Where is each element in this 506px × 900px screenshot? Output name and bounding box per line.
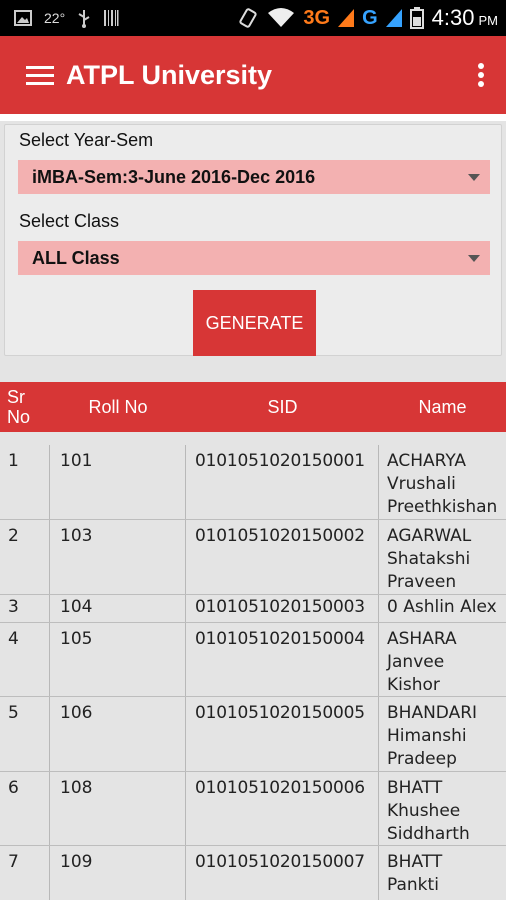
cell-sid: 0101051020150006 bbox=[186, 772, 379, 845]
clock: 4:30 PM bbox=[432, 5, 498, 31]
cell-roll-no: 106 bbox=[50, 697, 186, 771]
cell-sid: 0101051020150005 bbox=[186, 697, 379, 771]
filter-card: Select Year-Sem iMBA-Sem:3-June 2016-Dec… bbox=[4, 124, 502, 356]
table-row[interactable]: 4 105 0101051020150004 ASHARA Janvee Kis… bbox=[0, 623, 506, 697]
cell-sr-no: 3 bbox=[0, 595, 50, 622]
app-bar: ATPL University bbox=[0, 36, 506, 114]
cell-roll-no: 109 bbox=[50, 846, 186, 900]
cell-name: BHATT Pankti bbox=[387, 852, 443, 895]
header-sid: SID bbox=[267, 397, 298, 417]
cell-roll-no: 101 bbox=[50, 445, 186, 519]
table-header: Sr No Roll No SID Name bbox=[0, 382, 506, 432]
cell-name: AGARWAL Shatakshi Praveen bbox=[387, 526, 472, 592]
cell-sr-no: 7 bbox=[0, 846, 50, 900]
table-body: 1 101 0101051020150001 ACHARYA Vrushali … bbox=[0, 445, 506, 900]
rotate-icon bbox=[237, 7, 259, 29]
table-row[interactable]: 3 104 0101051020150003 0 Ashlin Alex bbox=[0, 595, 506, 623]
cell-name: ASHARA Janvee Kishor bbox=[387, 629, 457, 695]
class-label: Select Class bbox=[19, 211, 120, 231]
signal-icon bbox=[338, 9, 355, 27]
table-row[interactable]: 1 101 0101051020150001 ACHARYA Vrushali … bbox=[0, 445, 506, 520]
cell-name: BHANDARI Himanshi Pradeep bbox=[387, 703, 478, 769]
cell-sr-no: 2 bbox=[0, 520, 50, 594]
network-3g-text: 3G bbox=[303, 6, 331, 29]
cell-sr-no: 1 bbox=[0, 445, 50, 519]
app-bar-divider bbox=[0, 114, 506, 121]
class-value: ALL Class bbox=[32, 247, 120, 268]
header-sr-no: Sr No bbox=[7, 387, 31, 427]
signal-icon bbox=[385, 9, 402, 27]
temperature-text: 22° bbox=[44, 10, 66, 26]
cell-sid: 0101051020150001 bbox=[186, 445, 379, 519]
cell-sr-no: 4 bbox=[0, 623, 50, 696]
battery-icon bbox=[409, 7, 424, 29]
cell-sid: 0101051020150004 bbox=[186, 623, 379, 696]
cell-roll-no: 108 bbox=[50, 772, 186, 845]
table-row[interactable]: 7 109 0101051020150007 BHATT Pankti bbox=[0, 846, 506, 900]
header-roll-no: Roll No bbox=[88, 397, 148, 417]
dropdown-arrow-icon bbox=[468, 255, 480, 262]
year-sem-select[interactable]: iMBA-Sem:3-June 2016-Dec 2016 bbox=[18, 160, 490, 194]
generate-button[interactable]: GENERATE bbox=[193, 290, 316, 356]
dropdown-arrow-icon bbox=[468, 174, 480, 181]
year-sem-value: iMBA-Sem:3-June 2016-Dec 2016 bbox=[32, 166, 316, 187]
network-g-text: G bbox=[362, 6, 378, 29]
clock-time: 4:30 bbox=[431, 5, 475, 30]
hamburger-menu-icon[interactable] bbox=[0, 36, 60, 114]
cell-sr-no: 6 bbox=[0, 772, 50, 845]
image-icon bbox=[14, 10, 32, 26]
wifi-icon bbox=[267, 7, 295, 29]
cell-sid: 0101051020150007 bbox=[186, 846, 379, 900]
table-row[interactable]: 6 108 0101051020150006 BHATT Khushee Sid… bbox=[0, 772, 506, 846]
status-bar: 22° 3G G 4:30 PM bbox=[0, 0, 506, 36]
class-select[interactable]: ALL Class bbox=[18, 241, 490, 275]
table-row[interactable]: 5 106 0101051020150005 BHANDARI Himanshi… bbox=[0, 697, 506, 772]
cell-roll-no: 103 bbox=[50, 520, 186, 594]
barcode-icon bbox=[103, 9, 119, 27]
usb-icon bbox=[77, 8, 91, 28]
cell-name: ACHARYA Vrushali Preethkishan bbox=[387, 451, 498, 517]
year-sem-label: Select Year-Sem bbox=[19, 130, 154, 150]
clock-ampm: PM bbox=[478, 13, 499, 28]
cell-sr-no: 5 bbox=[0, 697, 50, 771]
header-name: Name bbox=[418, 397, 467, 417]
cell-roll-no: 105 bbox=[50, 623, 186, 696]
app-title: ATPL University bbox=[66, 59, 273, 90]
cell-name: 0 Ashlin Alex bbox=[387, 597, 497, 617]
overflow-menu-icon[interactable] bbox=[456, 36, 506, 114]
cell-name: BHATT Khushee Siddharth bbox=[387, 778, 470, 844]
cell-roll-no: 104 bbox=[50, 595, 186, 622]
table-row[interactable]: 2 103 0101051020150002 AGARWAL Shatakshi… bbox=[0, 520, 506, 595]
cell-sid: 0101051020150003 bbox=[186, 595, 379, 622]
cell-sid: 0101051020150002 bbox=[186, 520, 379, 594]
